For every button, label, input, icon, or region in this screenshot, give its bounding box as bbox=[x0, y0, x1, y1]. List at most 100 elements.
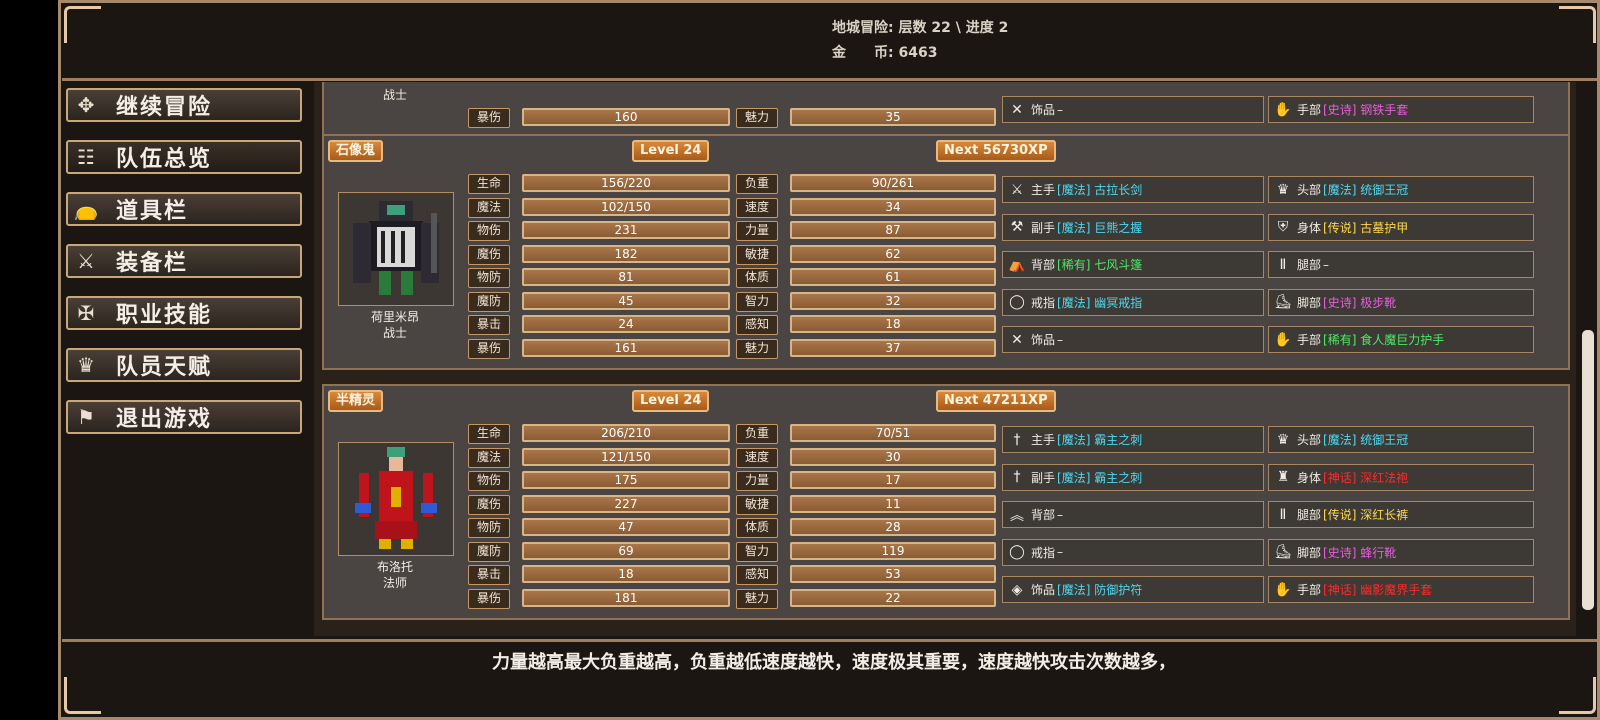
stat-label: 物防 bbox=[468, 518, 510, 538]
gauntlet-icon: ✋ bbox=[1274, 581, 1292, 598]
stat-label: 魔伤 bbox=[468, 494, 510, 515]
equip-slot-label: 手部 bbox=[1297, 333, 1322, 347]
stat-label: 力量 bbox=[736, 221, 778, 241]
crossed-tools-icon: ✕ bbox=[1011, 101, 1023, 118]
equip-slot-8[interactable]: ⛸ 脚部 [史诗] 蜂行靴 bbox=[1268, 538, 1534, 566]
crown-icon: ♛ bbox=[1276, 181, 1290, 198]
menu-button-5[interactable]: ✠ 职业技能 bbox=[66, 296, 302, 330]
character-portrait[interactable] bbox=[338, 442, 454, 556]
stat-value-bar: 32 bbox=[790, 291, 996, 310]
menu-button-1[interactable]: ✥ 继续冒险 bbox=[66, 88, 302, 122]
equip-item-name: [魔法] 霸主之刺 bbox=[1057, 470, 1143, 485]
equip-slot-5[interactable]: ⛺ 背部 [稀有] 七风斗篷 bbox=[1002, 251, 1264, 278]
equip-slot-2[interactable]: ♛ 头部 [魔法] 统御王冠 bbox=[1268, 426, 1534, 453]
level-badge: Level 24 bbox=[632, 140, 710, 162]
stat-label: 感知 bbox=[736, 315, 778, 335]
equip-item-name: [魔法] 霸主之刺 bbox=[1057, 433, 1143, 447]
stat-label: 速度 bbox=[736, 197, 778, 218]
stat-value-bar: 28 bbox=[790, 518, 996, 536]
stat-value-bar: 34 bbox=[790, 197, 996, 216]
equip-slot-7[interactable]: ◯ 戒指 [魔法] 幽冥戒指 bbox=[1002, 288, 1264, 316]
equip-slot-10[interactable]: ✋ 手部 [稀有] 食人魔巨力护手 bbox=[1268, 326, 1534, 353]
crossed-tools-icon: ✕ bbox=[1011, 331, 1023, 348]
equip-slot-4[interactable]: ⛨ 身体 [传说] 古墓护甲 bbox=[1268, 213, 1534, 241]
equip-slot-label: 手部 bbox=[1297, 583, 1322, 597]
equip-item-name: [传说] 古墓护甲 bbox=[1323, 220, 1409, 235]
stat-value-bar: 30 bbox=[790, 447, 996, 466]
gauntlet-icon: ✋ bbox=[1274, 331, 1292, 348]
equip-slot-label: 头部 bbox=[1297, 433, 1322, 447]
menu-button-3[interactable]: 👝 道具栏 bbox=[66, 192, 302, 226]
character-portrait[interactable] bbox=[338, 192, 454, 306]
equip-item-name: – bbox=[1057, 332, 1064, 347]
equip-slot-label: 背部 bbox=[1031, 508, 1056, 522]
stat-label: 负重 bbox=[736, 174, 778, 194]
equip-item-name: [传说] 深红长裤 bbox=[1323, 508, 1409, 522]
main-menu: ✥ 继续冒险 ☷ 队伍总览 👝 道具栏 ⚔ 装备栏 ✠ 职业技能 ♛ 队员天赋 ⚑ 退出游戏 bbox=[66, 88, 302, 452]
menu-label: 队伍总览 bbox=[116, 147, 213, 172]
stat-label: 速度 bbox=[736, 447, 778, 468]
equip-slot-label: 戒指 bbox=[1031, 295, 1056, 310]
dragon-icon: ✥ bbox=[77, 93, 95, 117]
wings-icon: ︽ bbox=[1010, 507, 1024, 524]
stat-value-bar: 156/220 bbox=[522, 174, 730, 192]
equip-item-name: [魔法] 幽冥戒指 bbox=[1057, 295, 1143, 310]
menu-button-4[interactable]: ⚔ 装备栏 bbox=[66, 244, 302, 278]
equip-slot-10[interactable]: ✋ 手部 [神话] 幽影魔界手套 bbox=[1268, 576, 1534, 603]
footer: 力量越高最大负重越高，负重越低速度越快，速度极其重要，速度越快攻击次数越多， bbox=[64, 642, 1594, 716]
menu-label: 职业技能 bbox=[116, 303, 213, 328]
winged-sword-icon: ✠ bbox=[77, 301, 95, 325]
sword-icon: ⚔ bbox=[1010, 181, 1024, 198]
ring-icon: ◯ bbox=[1009, 544, 1025, 560]
equip-item-name: [魔法] 巨熊之握 bbox=[1057, 220, 1143, 235]
party-list[interactable]: 战士 暴伤 160 魅力 35 ✕ 饰品 – ✋ 手部 [史诗] 钢铁手套 石像鬼 Level 24 Ne… bbox=[314, 82, 1576, 636]
level-badge: Level 24 bbox=[632, 390, 710, 412]
equip-slot-label: 腿部 bbox=[1297, 258, 1322, 272]
equip-slot-1[interactable]: † 主手 [魔法] 霸主之刺 bbox=[1002, 426, 1264, 453]
equip-slot-8[interactable]: ⛸ 脚部 [史诗] 极步靴 bbox=[1268, 288, 1534, 316]
scrollbar[interactable] bbox=[1582, 330, 1594, 610]
flag-icon: ⚑ bbox=[77, 405, 95, 429]
menu-button-2[interactable]: ☷ 队伍总览 bbox=[66, 140, 302, 174]
equip-slot-4[interactable]: ♜ 身体 [神话] 深红法袍 bbox=[1268, 463, 1534, 491]
equip-item-name: [史诗] 极步靴 bbox=[1323, 295, 1397, 310]
menu-button-6[interactable]: ♛ 队员天赋 bbox=[66, 348, 302, 382]
menu-label: 继续冒险 bbox=[116, 95, 213, 120]
equip-slot-2[interactable]: ✋ 手部 [史诗] 钢铁手套 bbox=[1268, 96, 1534, 123]
stat-label: 物防 bbox=[468, 268, 510, 288]
stat-label: 生命 bbox=[468, 174, 510, 194]
equip-item-name: – bbox=[1323, 257, 1330, 272]
equip-slot-6[interactable]: Ⅱ 腿部 [传说] 深红长裤 bbox=[1268, 501, 1534, 528]
race-badge: 半精灵 bbox=[328, 390, 384, 412]
ring-icon: ◯ bbox=[1009, 294, 1025, 310]
equip-slot-2[interactable]: ♛ 头部 [魔法] 统御王冠 bbox=[1268, 176, 1534, 203]
stat-label: 暴伤 bbox=[468, 338, 510, 359]
equip-slot-9[interactable]: ✕ 饰品 – bbox=[1002, 326, 1264, 353]
equip-slot-3[interactable]: ⚒ 副手 [魔法] 巨熊之握 bbox=[1002, 213, 1264, 241]
cloak-icon: ⛺ bbox=[1008, 256, 1026, 273]
equip-slot-3[interactable]: † 副手 [魔法] 霸主之刺 bbox=[1002, 463, 1264, 491]
character-class: 法师 bbox=[382, 576, 407, 590]
robe-icon: ♜ bbox=[1276, 469, 1290, 485]
equip-slot-label: 腿部 bbox=[1297, 508, 1322, 522]
equip-item-name: [魔法] 统御王冠 bbox=[1323, 433, 1409, 447]
race-badge: 石像鬼 bbox=[328, 140, 384, 162]
boots-icon: ⛸ bbox=[1274, 544, 1292, 560]
next-xp-badge: Next 47211XP bbox=[936, 390, 1056, 412]
stat-label: 力量 bbox=[736, 471, 778, 491]
equip-slot-9[interactable]: ◈ 饰品 [魔法] 防御护符 bbox=[1002, 576, 1264, 603]
stat-value-bar: 121/150 bbox=[522, 447, 730, 466]
menu-button-7[interactable]: ⚑ 退出游戏 bbox=[66, 400, 302, 434]
header: 地城冒险: 层数 22 \ 进度 2 金 币: 6463 bbox=[64, 6, 1594, 78]
character-name: 布洛托 bbox=[376, 560, 413, 574]
next-xp-badge: Next 56730XP bbox=[936, 140, 1056, 162]
equip-slot-1[interactable]: ⚔ 主手 [魔法] 古拉长剑 bbox=[1002, 176, 1264, 203]
equip-slot-label: 饰品 bbox=[1031, 583, 1056, 597]
equip-slot-7[interactable]: ◯ 戒指 – bbox=[1002, 538, 1264, 566]
equip-slot-5[interactable]: ︽ 背部 – bbox=[1002, 501, 1264, 528]
stat-label: 体质 bbox=[736, 518, 778, 538]
stat-value-bar: 231 bbox=[522, 221, 730, 239]
equip-slot-6[interactable]: Ⅱ 腿部 – bbox=[1268, 251, 1534, 278]
stat-value-bar: 69 bbox=[522, 541, 730, 560]
equip-slot-1[interactable]: ✕ 饰品 – bbox=[1002, 96, 1264, 123]
